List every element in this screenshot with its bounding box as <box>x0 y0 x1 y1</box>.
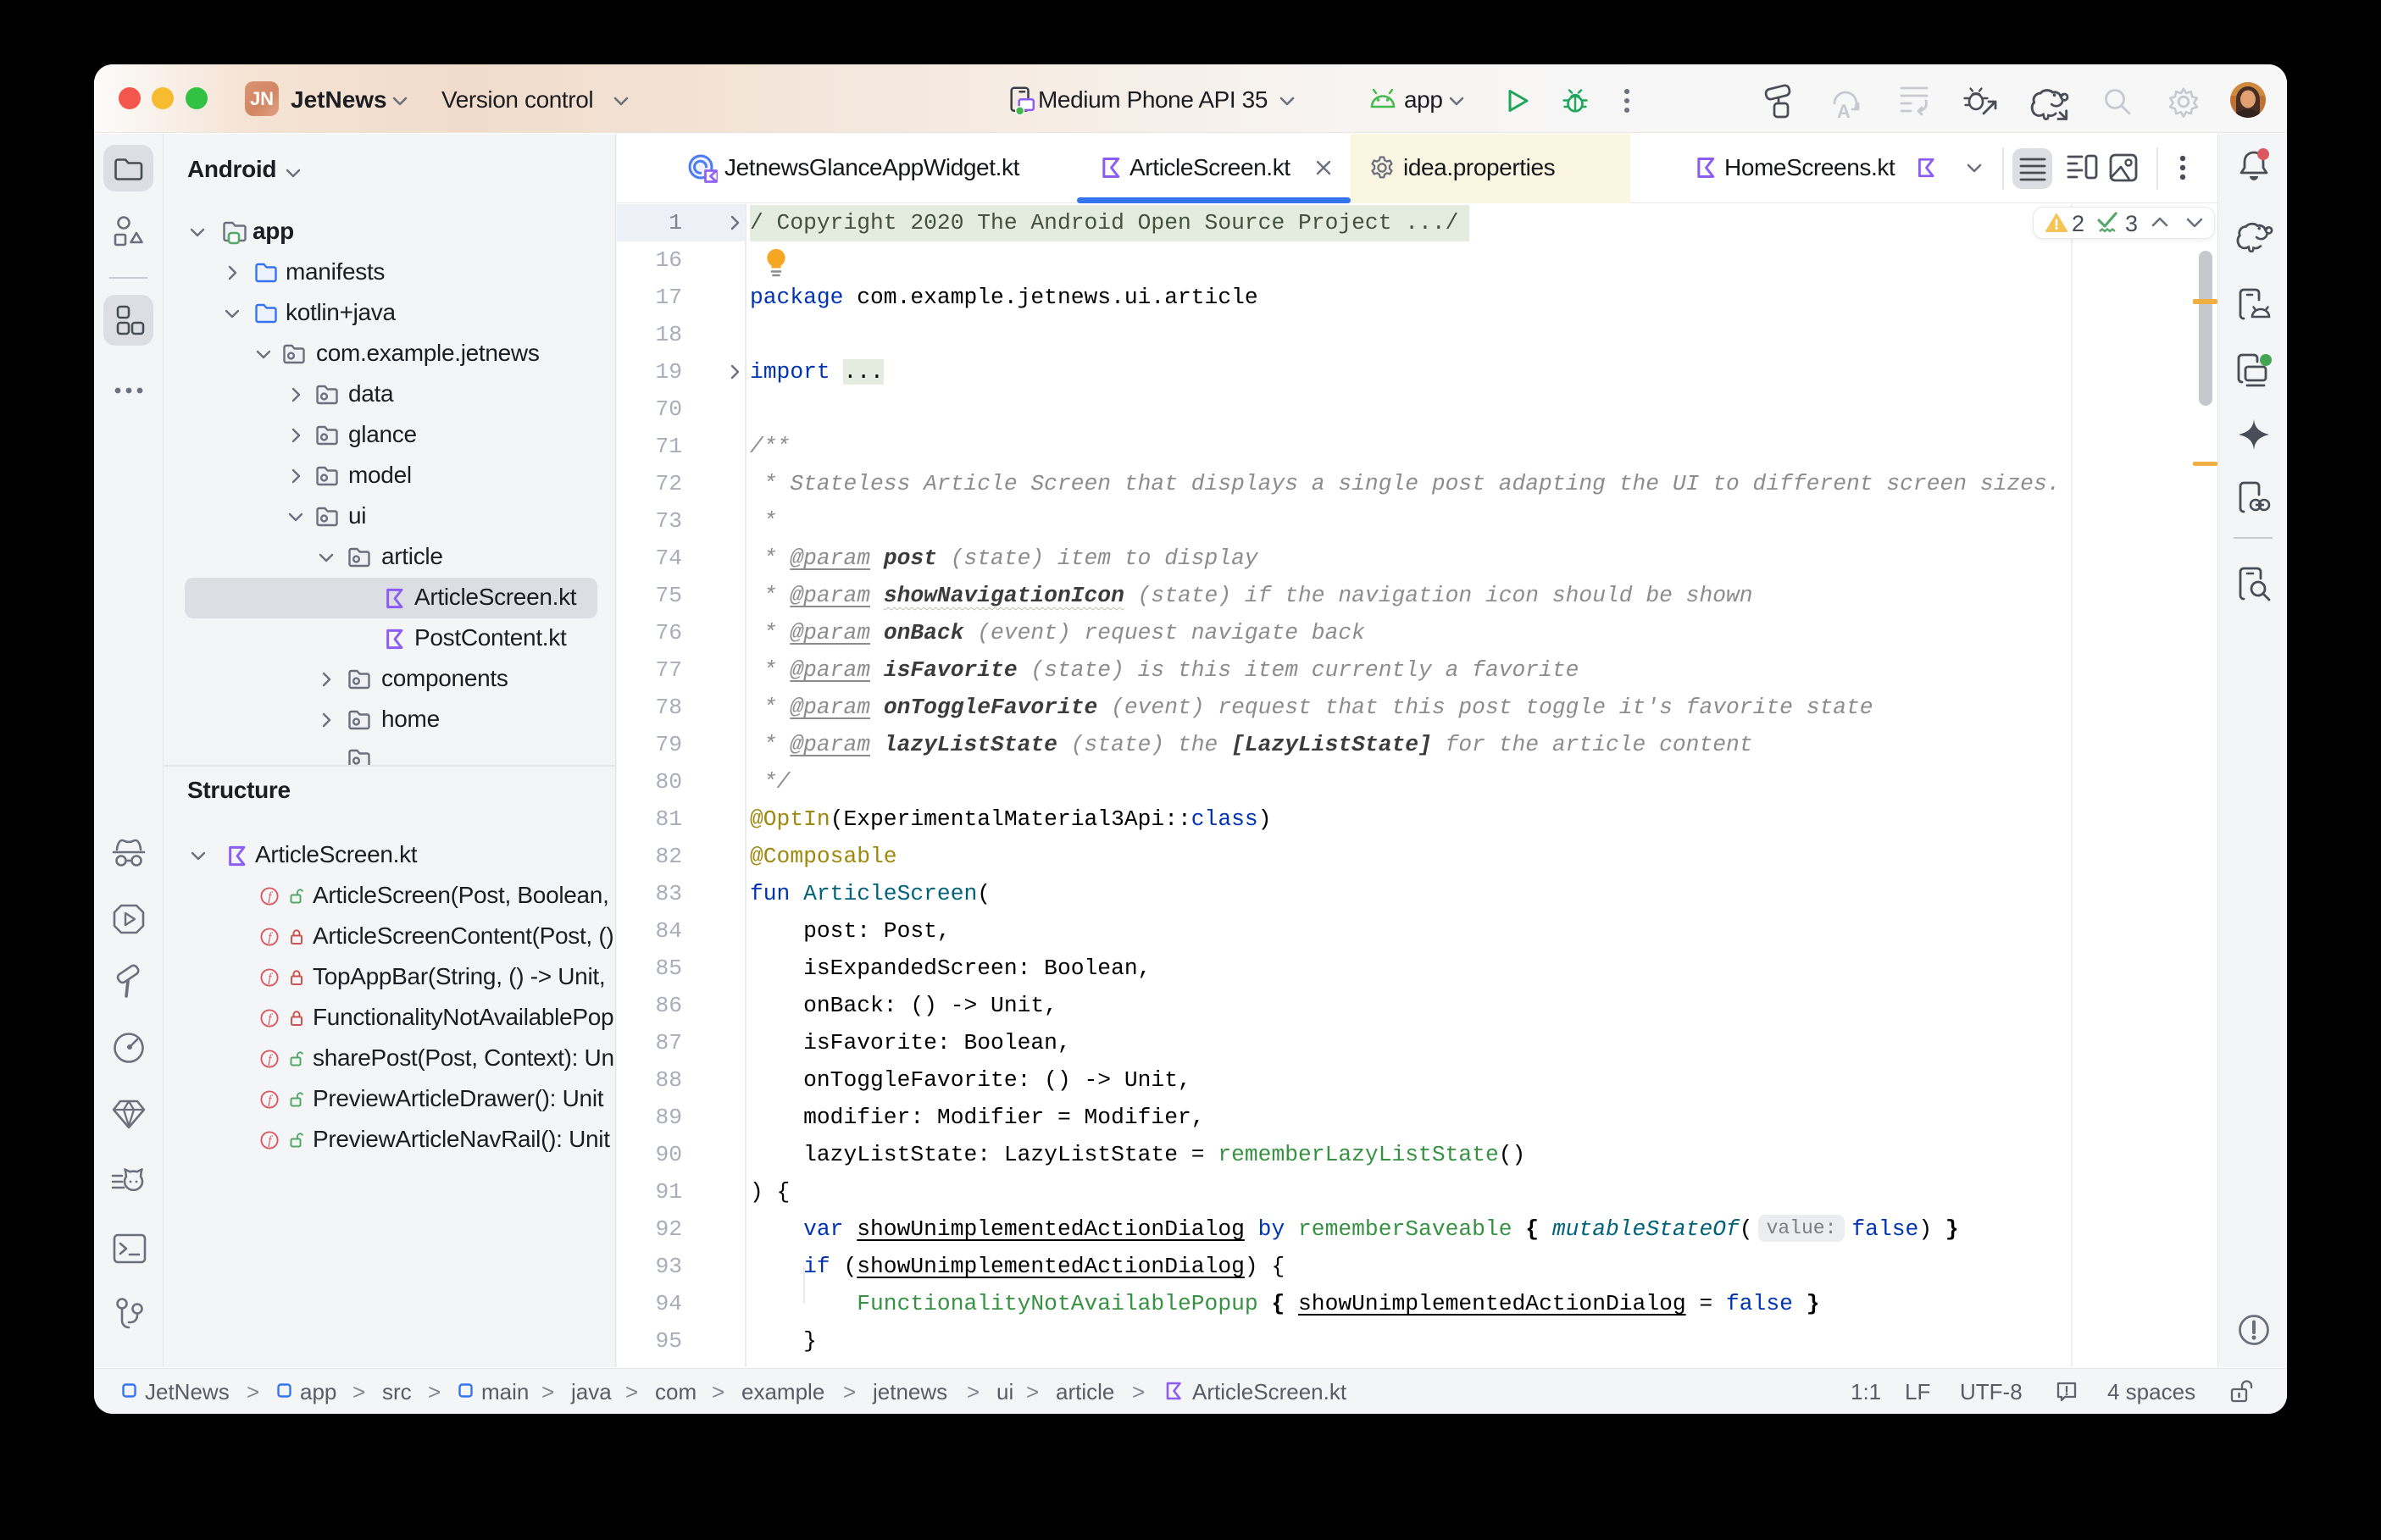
svg-text:f: f <box>268 890 273 904</box>
svg-text:f: f <box>268 972 273 985</box>
svg-text:f: f <box>268 931 273 944</box>
svg-text:f: f <box>268 1053 273 1066</box>
svg-text:f: f <box>268 1012 273 1026</box>
svg-text:f: f <box>268 1094 273 1107</box>
svg-text:A: A <box>1837 101 1851 120</box>
svg-text:f: f <box>268 1134 273 1148</box>
